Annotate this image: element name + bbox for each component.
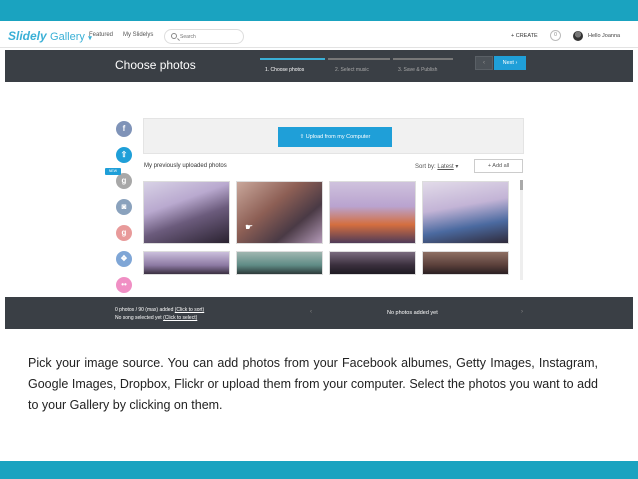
photos-count-status: 0 photos / 90 (max) added (Click to sort… <box>115 307 204 313</box>
instruction-caption: Pick your image source. You can add phot… <box>28 356 598 412</box>
step-2-progress-line <box>328 58 390 60</box>
nav-featured-link[interactable]: Featured <box>89 32 113 38</box>
previous-button[interactable]: ‹ <box>475 56 493 70</box>
photo-grid-scrollbar[interactable] <box>520 180 523 280</box>
instagram-icon[interactable]: ◙ <box>116 199 132 215</box>
photo-6[interactable] <box>236 251 323 275</box>
hand-cursor-icon: ☛ <box>245 222 254 232</box>
page-title: Choose photos <box>115 58 196 72</box>
step-save-publish[interactable]: 3. Save & Publish <box>398 67 437 73</box>
no-photos-message: No photos added yet <box>387 310 438 316</box>
photo-8[interactable] <box>422 251 509 275</box>
facebook-icon[interactable]: f <box>116 121 132 137</box>
step-select-music[interactable]: 2. Select music <box>335 67 369 73</box>
upload-icon[interactable]: ⇧ <box>116 147 132 163</box>
song-status: No song selected yet (Click to select) <box>115 315 197 321</box>
getty-images-icon[interactable]: g <box>116 173 132 189</box>
step-3-progress-line <box>393 58 453 60</box>
create-button[interactable]: + CREATE <box>511 33 538 39</box>
sort-by-label: Sort by: <box>415 164 436 170</box>
step-1-progress-line <box>260 58 325 60</box>
step-choose-photos[interactable]: 1. Choose photos <box>265 67 304 73</box>
scroll-right-arrow[interactable]: › <box>521 309 523 315</box>
scrollbar-thumb[interactable] <box>520 180 523 190</box>
app-navigation-bar: Slidely Gallery ▾ Featured My Slidelys +… <box>0 26 638 48</box>
bottom-accent-bar <box>0 461 638 479</box>
logo-product: Gallery <box>50 31 85 43</box>
user-greeting[interactable]: Hello Joanna <box>588 33 620 39</box>
search-icon <box>171 33 177 39</box>
dropbox-icon[interactable]: ❖ <box>116 251 132 267</box>
notifications-badge[interactable]: 0 <box>550 30 561 41</box>
slidely-logo[interactable]: Slidely Gallery ▾ <box>8 29 92 43</box>
scroll-left-arrow[interactable]: ‹ <box>310 309 312 315</box>
next-button[interactable]: Next › <box>494 56 526 70</box>
song-status-text: No song selected yet <box>115 315 162 321</box>
avatar[interactable] <box>573 31 583 41</box>
upload-panel: ⇧ Upload from my Computer <box>143 118 524 154</box>
photo-1[interactable] <box>143 181 230 244</box>
photo-7[interactable] <box>329 251 416 275</box>
chevron-down-icon: ▾ <box>455 164 459 170</box>
top-accent-bar <box>0 0 638 21</box>
search-box <box>164 29 244 44</box>
new-badge: NEW <box>105 168 121 175</box>
photo-4[interactable] <box>422 181 509 244</box>
photo-2[interactable]: ☛ <box>236 181 323 244</box>
selection-status-bar: 0 photos / 90 (max) added (Click to sort… <box>5 297 633 329</box>
photos-added-text: 0 photos / 90 (max) added <box>115 307 174 313</box>
google-images-icon[interactable]: g <box>116 225 132 241</box>
sort-by-control[interactable]: Sort by: Latest ▾ <box>415 163 458 170</box>
click-to-select-link[interactable]: (Click to select) <box>163 315 197 321</box>
wizard-header: Choose photos 1. Choose photos 2. Select… <box>5 50 633 82</box>
add-all-button[interactable]: + Add all <box>474 159 523 173</box>
uploaded-photos-heading: My previously uploaded photos <box>144 163 227 169</box>
upload-from-computer-button[interactable]: ⇧ Upload from my Computer <box>278 127 392 147</box>
click-to-sort-link[interactable]: (Click to sort) <box>175 307 204 313</box>
nav-my-slidelys-link[interactable]: My Slidelys <box>123 32 153 38</box>
sort-by-value[interactable]: Latest <box>437 164 453 170</box>
flickr-icon[interactable]: •• <box>116 277 132 293</box>
logo-brand: Slidely <box>8 29 47 43</box>
photo-5[interactable] <box>143 251 230 275</box>
photo-3[interactable] <box>329 181 416 244</box>
search-input[interactable] <box>180 32 240 41</box>
